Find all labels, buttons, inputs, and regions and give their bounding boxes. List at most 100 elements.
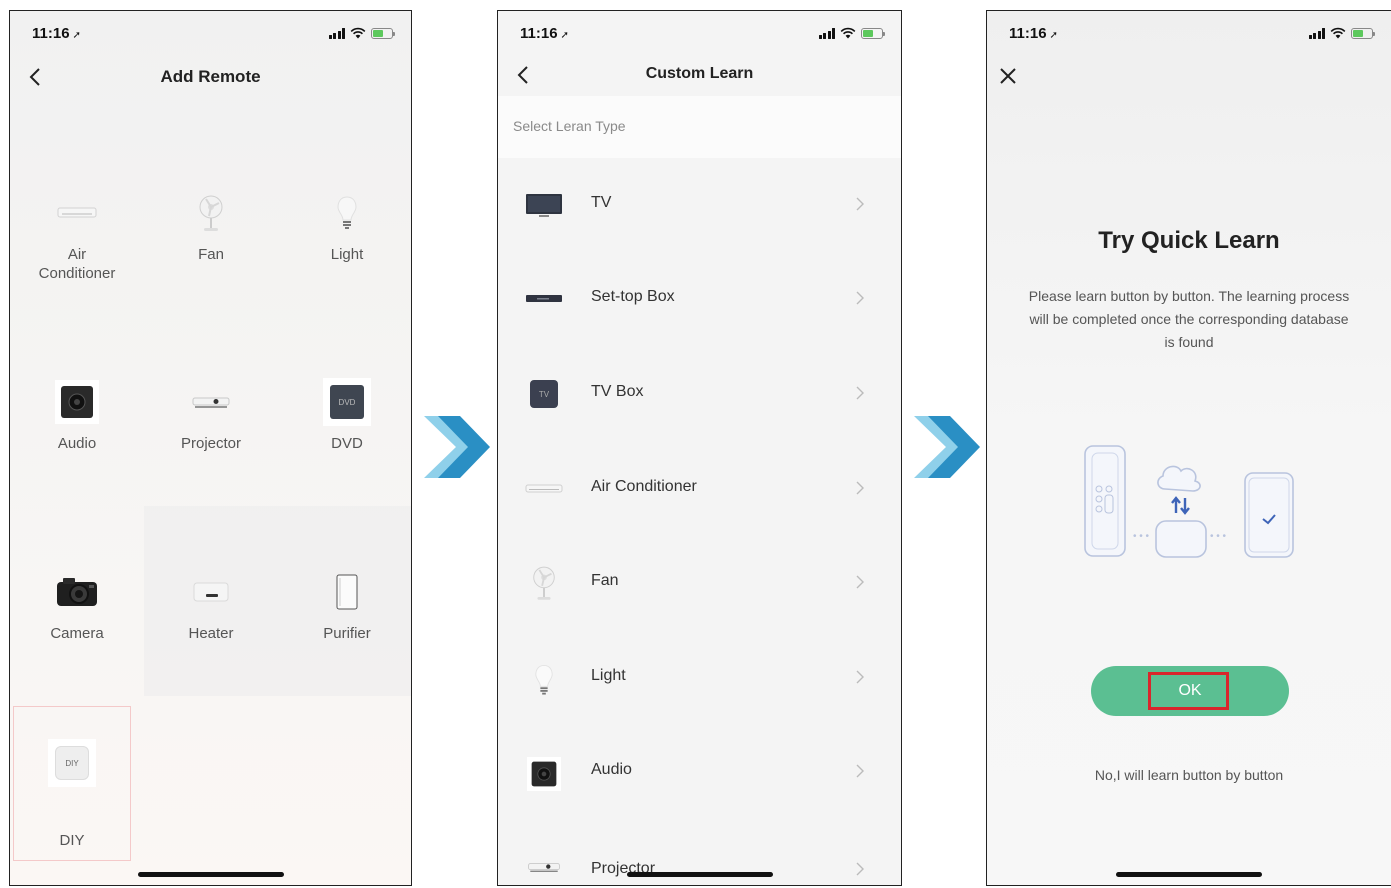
device-tile-dvd[interactable]: DVD DVD [280, 316, 411, 506]
list-item-light[interactable]: Light [498, 631, 901, 725]
status-bar: 11:16 ➚ [987, 25, 1391, 47]
device-tile-projector[interactable]: Projector [144, 316, 278, 506]
heater-icon [187, 568, 235, 616]
diy-icon: DIY [48, 739, 96, 787]
sync-arrows-icon [1171, 496, 1190, 515]
chevron-right-icon [856, 575, 864, 589]
list-item-label: TV [591, 194, 612, 211]
svg-text:• • •: • • • [1210, 531, 1227, 542]
close-icon[interactable] [995, 63, 1021, 89]
list-item-label: Fan [591, 572, 619, 589]
list-item-tv[interactable]: TV [498, 158, 901, 252]
list-item-label: TV Box [591, 383, 644, 400]
projector-icon [524, 860, 564, 874]
device-tile-audio[interactable]: Audio [10, 316, 144, 506]
phone-check-icon [1244, 472, 1294, 558]
page-title: Add Remote [160, 67, 261, 86]
page-title: Custom Learn [645, 65, 754, 82]
tv-icon [524, 190, 564, 220]
tv-box-icon: TV [524, 379, 564, 409]
fan-icon [187, 189, 235, 237]
cloud-icon [1157, 465, 1201, 492]
list-item-label: Set-top Box [591, 288, 675, 305]
tv-box-icon-text: TV [538, 389, 550, 399]
chevron-right-icon [856, 481, 864, 495]
signal-icon [818, 27, 835, 39]
dvd-icon-text: DVD [338, 397, 356, 407]
device-label: DVD [331, 435, 363, 452]
air-conditioner-icon [53, 189, 101, 237]
home-indicator[interactable] [1116, 872, 1262, 877]
navbar: Custom Learn [498, 59, 901, 91]
set-top-box-icon [524, 284, 564, 314]
add-remote-screen: 11:16 ➚ Add Remote Air Conditioner Fan Li… [9, 10, 412, 886]
list-item-label: Light [591, 667, 626, 684]
status-time: 11:16 ➚ [32, 25, 81, 42]
list-item-tv-box[interactable]: TV TV Box [498, 347, 901, 441]
dvd-icon: DVD [323, 378, 371, 426]
device-label: Heater [188, 625, 234, 642]
list-item-label: Air Conditioner [591, 478, 697, 495]
air-conditioner-icon [524, 474, 564, 504]
projector-icon [187, 378, 235, 426]
location-icon: ➚ [72, 30, 81, 41]
device-label: Projector [180, 435, 242, 452]
device-tile-camera[interactable]: Camera [10, 506, 144, 696]
chevron-right-icon [856, 862, 864, 876]
chevron-right-icon [856, 386, 864, 400]
device-label: Audio [57, 435, 97, 452]
device-tile-air-conditioner[interactable]: Air Conditioner [10, 127, 144, 317]
location-icon: ➚ [1049, 30, 1058, 41]
device-label: Light [330, 246, 364, 263]
device-tile-heater[interactable]: Heater [144, 506, 278, 696]
device-tile-purifier[interactable]: Purifier [280, 506, 411, 696]
list-item-air-conditioner[interactable]: Air Conditioner [498, 442, 901, 536]
light-bulb-icon [323, 189, 371, 237]
device-label: DIY [59, 832, 85, 849]
status-bar: 11:16 ➚ [10, 25, 411, 47]
purifier-icon [323, 568, 371, 616]
section-header-label: Select Leran Type [513, 118, 626, 134]
wifi-icon [840, 27, 856, 39]
section-header: Select Leran Type [498, 96, 901, 158]
device-label: Purifier [323, 625, 371, 642]
chevron-right-icon [856, 764, 864, 778]
battery-icon [371, 27, 395, 39]
device-label: Camera [50, 625, 104, 642]
chevron-right-icon [856, 197, 864, 211]
list-item-audio[interactable]: Audio [498, 725, 901, 819]
location-icon: ➚ [560, 30, 569, 41]
navbar: Add Remote [10, 61, 411, 93]
status-bar: 11:16 ➚ [498, 25, 901, 47]
status-time: 11:16 ➚ [1009, 25, 1058, 42]
learning-illustration: • • • • • • [1084, 445, 1294, 558]
device-tile-diy[interactable]: DIY DIY [13, 706, 131, 861]
status-time: 11:16 ➚ [520, 25, 569, 42]
chevron-right-icon [856, 670, 864, 684]
learn-button-by-button-link[interactable]: No,I will learn button by button [987, 767, 1391, 783]
home-indicator[interactable] [626, 872, 773, 877]
device-tile-light[interactable]: Light [280, 127, 411, 317]
device-label: Fan [198, 246, 224, 263]
speaker-icon [524, 757, 564, 791]
custom-learn-screen: 11:16 ➚ Custom Learn Select Leran Type TV… [497, 10, 902, 886]
device-tile-fan[interactable]: Fan [144, 127, 278, 317]
battery-icon [861, 27, 885, 39]
diy-icon-text: DIY [65, 758, 79, 768]
home-indicator[interactable] [137, 872, 284, 877]
ir-hub-icon [1155, 520, 1207, 558]
dialog-title: Try Quick Learn [1098, 227, 1280, 254]
device-label: Air Conditioner [38, 246, 116, 282]
next-step-arrow-icon [914, 416, 980, 478]
list-item-label: Audio [591, 761, 632, 778]
wifi-icon [1330, 27, 1346, 39]
list-item-set-top-box[interactable]: Set-top Box [498, 252, 901, 346]
svg-text:• • •: • • • [1133, 531, 1150, 542]
ok-button[interactable]: OK [1091, 666, 1289, 716]
status-icons [328, 27, 395, 39]
list-item-fan[interactable]: Fan [498, 536, 901, 630]
chevron-right-icon [856, 291, 864, 305]
remote-control-icon [1084, 445, 1126, 557]
speaker-icon [53, 378, 101, 426]
camera-icon [53, 568, 101, 616]
